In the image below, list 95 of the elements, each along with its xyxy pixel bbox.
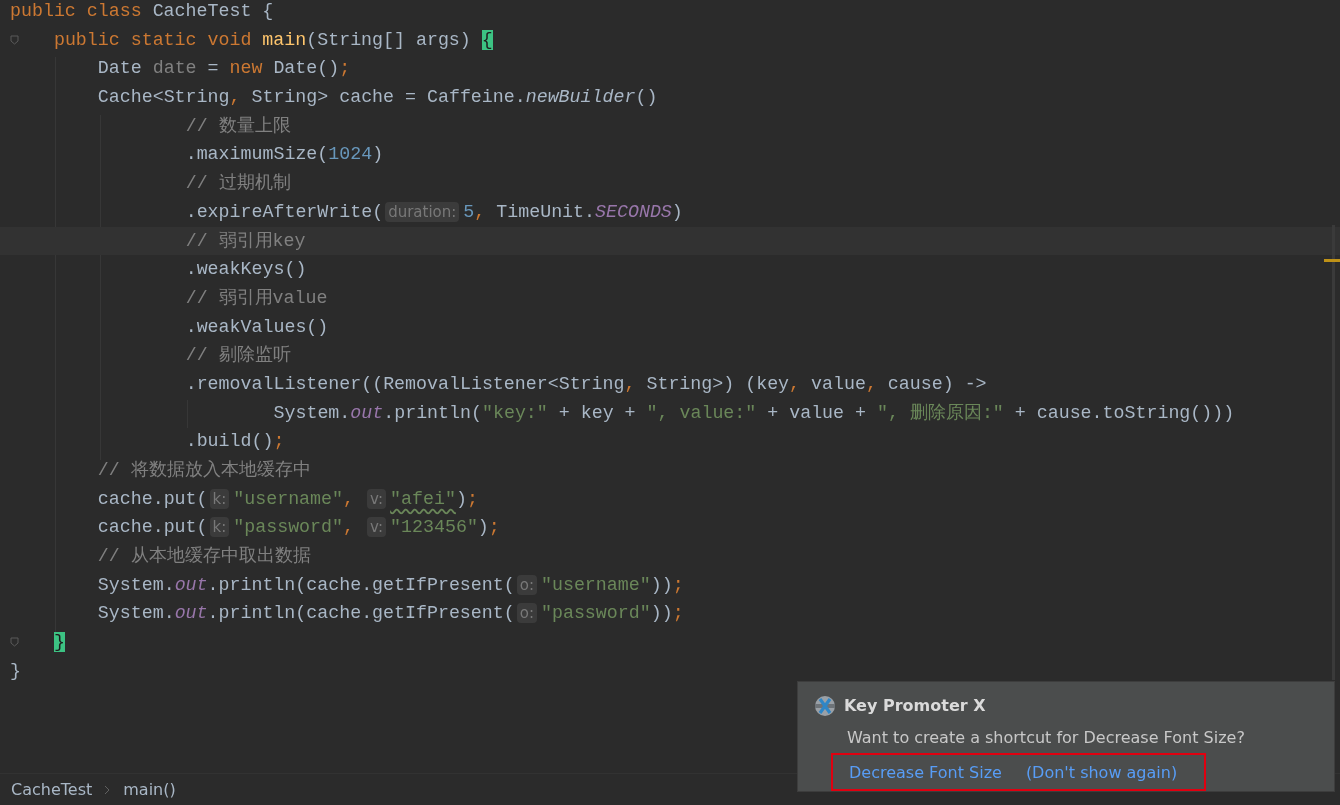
parameter-hint: v: [366, 488, 387, 509]
breadcrumb[interactable]: main() [123, 777, 176, 802]
code-comment: // 弱引用value [185, 287, 328, 308]
code-keyword: public class [10, 1, 143, 21]
code-keyword: ; [672, 603, 684, 624]
breadcrumb[interactable]: CacheTest [11, 777, 93, 802]
number-literal: 5 [463, 201, 475, 222]
code-text: .weakKeys() [185, 259, 307, 280]
code-text: cache.put( [97, 488, 208, 509]
string-literal: "password" [233, 517, 343, 538]
parameter-hint: k: [209, 488, 230, 509]
fold-icon[interactable] [10, 637, 19, 648]
code-text: Date [97, 58, 143, 79]
string-literal: "username" [233, 488, 343, 509]
parameter-hint: duration: [385, 201, 460, 222]
code-comment: // 将数据放入本地缓存中 [97, 460, 311, 480]
code-text: TimeUnit. [496, 201, 596, 222]
code-text: + cause.toString())) [1013, 402, 1235, 423]
parameter-hint: o: [516, 574, 537, 595]
parameter-hint: k: [209, 517, 230, 538]
code-comment: // 过期机制 [185, 173, 291, 194]
code-comment: // 剔除监听 [185, 345, 291, 366]
code-text: = [206, 58, 220, 79]
chevron-icon [104, 784, 112, 795]
parameter-hint: v: [366, 517, 387, 538]
code-keyword: public static void [53, 29, 253, 50]
code-text: System. [273, 402, 351, 423]
string-literal: "123456" [390, 517, 478, 538]
code-text: value [811, 373, 866, 394]
code-keyword: , [343, 517, 355, 538]
code-text: + value + [766, 402, 867, 423]
code-text: (String[] args) [306, 29, 472, 50]
code-text: CacheTest { [152, 1, 274, 21]
code-text: .weakValues() [185, 316, 329, 337]
code-keyword: ; [339, 58, 351, 79]
string-literal: ", value:" [646, 402, 757, 423]
code-text: )) [650, 603, 673, 624]
code-keyword: , [624, 373, 637, 394]
plugin-logo-icon [814, 695, 836, 717]
code-text: Cache<String [97, 87, 230, 108]
code-text: } [10, 660, 21, 681]
static-field: out [174, 603, 208, 624]
code-text: .removalListener((RemovalListener<String [185, 373, 625, 394]
string-literal: "username" [540, 574, 651, 595]
code-text: + key + [557, 402, 637, 423]
code-text: Date() [273, 58, 340, 79]
code-text: () [635, 87, 658, 108]
error-stripe-marker[interactable] [1324, 259, 1340, 262]
code-text: .maximumSize( [185, 144, 329, 165]
static-field: SECONDS [595, 201, 672, 222]
code-keyword: ; [466, 488, 478, 509]
code-text: String>) (key [646, 373, 790, 394]
code-keyword: , [865, 373, 878, 394]
code-keyword: ; [488, 517, 500, 538]
code-text: .expireAfterWrite( [185, 201, 384, 222]
method-call: newBuilder [525, 87, 636, 108]
notification-title: Key Promoter X [844, 695, 986, 717]
fold-icon[interactable] [10, 34, 19, 45]
code-keyword: , [789, 373, 802, 394]
parameter-hint: o: [516, 603, 537, 624]
code-text: .build() [185, 431, 274, 452]
matched-brace: { [481, 29, 493, 50]
notification-message: Want to create a shortcut for Decrease Font Size? [846, 727, 1246, 749]
code-text: ) [671, 201, 683, 222]
string-literal: "password" [540, 603, 651, 624]
code-text: ) [455, 488, 467, 509]
code-keyword: , [229, 87, 242, 108]
code-keyword: new [229, 58, 264, 79]
code-text: cause) -> [887, 373, 987, 394]
static-field: out [174, 574, 208, 595]
code-comment: // 从本地缓存中取出数据 [97, 546, 311, 567]
code-text: .println(cache.getIfPresent( [207, 603, 515, 624]
code-keyword: , [474, 201, 487, 222]
number-literal: 1024 [328, 144, 373, 165]
string-literal: ", 删除原因:" [876, 402, 1004, 423]
code-comment: // 弱引用key [185, 230, 306, 251]
code-comment: // 数量上限 [185, 115, 291, 136]
string-literal: "afei" [390, 488, 456, 509]
code-text: )) [650, 574, 673, 595]
code-keyword: ; [273, 431, 285, 452]
string-literal: "key:" [482, 402, 548, 423]
code-text: System. [97, 574, 175, 595]
method-name: main [262, 29, 307, 50]
static-field: out [350, 402, 384, 423]
code-text: .println( [383, 402, 482, 423]
matched-brace: } [53, 632, 65, 653]
code-text: String> cache = Caffeine. [251, 87, 526, 108]
unused-variable: date [152, 58, 197, 79]
code-keyword: ; [672, 574, 684, 595]
code-text: System. [97, 603, 175, 624]
code-text: ) [372, 144, 384, 165]
code-text: ) [477, 517, 489, 538]
code-text: cache.put( [97, 517, 208, 538]
code-keyword: , [343, 488, 355, 509]
code-text: .println(cache.getIfPresent( [207, 574, 515, 595]
